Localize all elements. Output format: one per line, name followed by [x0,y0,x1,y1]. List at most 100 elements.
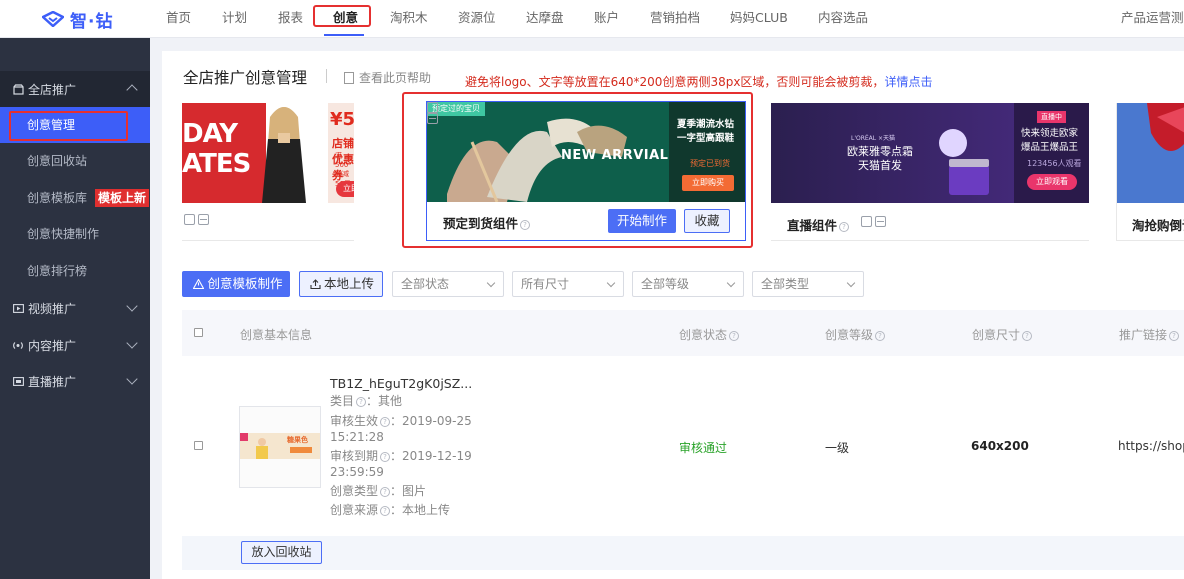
sidebar-item-ranking[interactable]: 创意排行榜 [0,253,150,289]
banner-big-text: DAY ATES [182,119,251,179]
sidebar-group-live[interactable]: 直播推广 [0,364,150,398]
card-title-text: 直播组件 [787,218,838,233]
local-upload-button[interactable]: 本地上传 [299,271,383,297]
level-filter-value: 全部等级 [641,277,690,291]
template-card-flash-sale[interactable]: 淘抢购倒计 [1116,103,1184,241]
top-navigation: 智·钻 首页 计划 报表 创意 淘积木 资源位 达摩盘 账户 营销拍档 妈妈CL… [0,0,1184,38]
help-icon[interactable]: ? [875,331,886,341]
template-card-live[interactable]: L'ORÉAL ×天猫 欧莱雅零点霜 天猫首发 直播中 快来领走欧家 爆品王爆品… [771,103,1089,241]
logo[interactable]: 智·钻 [42,8,113,32]
sidebar-item-quick-make[interactable]: 创意快捷制作 [0,216,150,252]
sidebar-group-label: 视频推广 [28,301,77,316]
level-filter-select[interactable]: 全部等级 [632,271,744,297]
sidebar-group-video[interactable]: 视频推广 [0,291,150,325]
chevron-down-icon [606,278,616,288]
nav-home[interactable]: 首页 [166,0,191,36]
col-link-label: 推广链接 [1119,328,1168,342]
sidebar-item-recycle[interactable]: 创意回收站 [0,143,150,179]
help-icon[interactable]: ? [356,397,367,407]
col-size: 创意尺寸? [972,326,1033,343]
chevron-down-icon [486,278,496,288]
card-highlight-box [402,92,753,248]
size-icon[interactable] [875,216,886,227]
promo-link[interactable]: https://shop. [1118,439,1184,453]
details-link[interactable]: 详情点击 [884,75,932,89]
coupon-cta: 立即领取 [336,181,354,197]
select-all-checkbox[interactable] [194,328,203,337]
creative-thumbnail[interactable]: 糖果色 [239,406,321,488]
banner-title: 欧莱雅零点霜 天猫首发 [847,145,913,172]
meta-expire: 审核到期? ：2019-12-19 [330,449,472,464]
meta-category-label: 类目 [330,394,355,408]
creative-name[interactable]: TB1Z_hEguT2gK0jSZ... [330,376,472,391]
meta-type-value: ：图片 [390,484,427,498]
sidebar-highlight-box [9,111,128,141]
type-filter-value: 全部类型 [761,277,810,291]
sidebar-group-label: 内容推广 [28,338,77,353]
broadcast-icon [12,339,24,351]
size-icon[interactable] [198,214,209,225]
col-link: 推广链接? [1119,326,1180,343]
meta-category: 类目? ：其他 [330,394,402,409]
help-icon[interactable]: ? [380,452,391,462]
meta-expire-value: ：2019-12-19 [390,449,472,463]
warning-triangle-icon [193,279,204,289]
user-name[interactable]: 产品运营测试 [1121,0,1184,36]
help-icon[interactable]: ? [729,331,740,341]
help-icon[interactable]: ? [1169,331,1180,341]
live-cta: 立即观看 [1027,174,1077,190]
card-action-icons [861,216,886,227]
meta-expire-label: 审核到期 [330,449,379,463]
help-link-label: 查看此页帮助 [359,71,432,85]
template-make-label: 创意模板制作 [207,276,283,291]
row-checkbox[interactable] [194,441,203,450]
help-icon[interactable]: ? [380,506,391,516]
nav-marketing-partner[interactable]: 营销拍档 [650,0,700,36]
preview-icon[interactable] [861,216,872,227]
new-template-badge: 模板上新 [95,189,150,207]
card-title: 直播组件? [787,215,850,234]
meta-type-label: 创意类型 [330,484,379,498]
col-status: 创意状态? [679,326,740,343]
page-title: 全店推广创意管理 [183,69,308,87]
status-filter-value: 全部状态 [401,277,450,291]
meta-effective-time: 15:21:28 [330,430,384,444]
help-icon[interactable]: ? [1022,331,1033,341]
col-size-label: 创意尺寸 [972,328,1021,342]
help-icon[interactable]: ? [839,222,850,232]
nav-mama-club[interactable]: 妈妈CLUB [730,0,788,36]
template-make-button[interactable]: 创意模板制作 [182,271,290,297]
chevron-down-icon [126,373,138,385]
nav-active-underline [324,34,364,36]
nav-taojimu[interactable]: 淘积木 [390,0,428,36]
nav-damopan[interactable]: 达摩盘 [526,0,564,36]
size-value: 640x200 [971,439,1029,453]
crop-notice-text: 避免将logo、文字等放置在640*200创意两侧38px区域，否则可能会被剪裁… [465,75,885,89]
nav-resource[interactable]: 资源位 [458,0,496,36]
help-icon[interactable]: ? [380,417,391,427]
status-filter-select[interactable]: 全部状态 [392,271,504,297]
sidebar-group-content[interactable]: 内容推广 [0,328,150,362]
status-value: 审核通过 [679,441,728,455]
meta-effective-label: 审核生效 [330,414,379,428]
template-card-coupon[interactable]: DAY ATES ¥50 店铺优惠券 满500元减50元 立即领取 [182,103,354,241]
nav-content-selection[interactable]: 内容选品 [818,0,868,36]
meta-effective: 审核生效? ：2019-09-25 [330,414,472,429]
help-icon[interactable]: ? [380,487,391,497]
sidebar-group-store[interactable]: 全店推广 [0,71,150,107]
help-link[interactable]: 查看此页帮助 [344,69,431,86]
col-basic-info: 创意基本信息 [240,328,313,342]
nav-report[interactable]: 报表 [278,0,303,36]
type-filter-select[interactable]: 全部类型 [752,271,864,297]
product-jar-image [939,129,989,195]
coupon-price: ¥50 [330,109,354,130]
coupon-banner: DAY ATES ¥50 店铺优惠券 满500元减50元 立即领取 [182,103,354,203]
lipstick-image [1117,103,1184,203]
nav-plan[interactable]: 计划 [222,0,247,36]
nav-account[interactable]: 账户 [594,0,619,36]
preview-icon[interactable] [184,214,195,225]
size-filter-select[interactable]: 所有尺寸 [512,271,624,297]
col-level-label: 创意等级 [825,328,874,342]
meta-type: 创意类型? ：图片 [330,484,426,499]
recycle-button[interactable]: 放入回收站 [241,541,322,564]
